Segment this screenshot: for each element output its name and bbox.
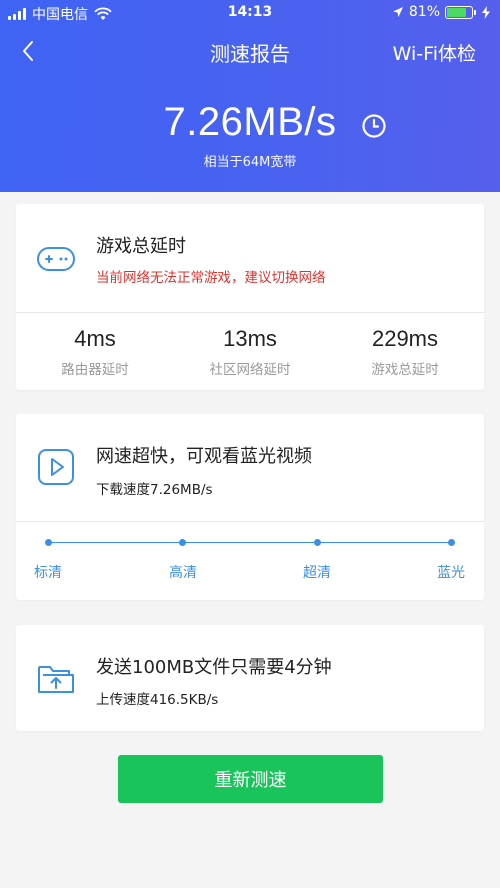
upload-card: 发送100MB文件只需要4分钟 上传速度416.5KB/s (16, 625, 484, 731)
quality-label-sd: 标清 (34, 565, 62, 581)
card-divider (16, 521, 484, 522)
gamepad-icon (37, 247, 75, 271)
game-card-title: 游戏总延时 (96, 236, 186, 257)
speed-row: 7.26MB/s (0, 100, 500, 145)
battery-fill (447, 7, 466, 17)
battery-icon (445, 5, 476, 19)
stat-label: 路由器延时 (61, 362, 129, 378)
game-latency-card: 游戏总延时 当前网络无法正常游戏，建议切换网络 4ms 路由器延时 13ms 社… (16, 204, 484, 390)
stat-value: 4ms (74, 326, 116, 351)
stat-value: 13ms (223, 326, 277, 351)
quality-scale-line (48, 542, 451, 543)
battery-percent: 81% (408, 4, 440, 20)
upload-card-title: 发送100MB文件只需要4分钟 (96, 657, 332, 678)
quality-dot (179, 539, 186, 546)
stat-community-latency: 13ms 社区网络延时 (175, 326, 325, 378)
quality-dot (448, 539, 455, 546)
speed-equivalent: 相当于64M宽带 (203, 155, 297, 170)
quality-label-fhd: 超清 (303, 565, 331, 581)
card-divider (16, 312, 484, 313)
folder-upload-icon (38, 666, 74, 693)
quality-label-bluray: 蓝光 (437, 565, 465, 581)
location-arrow-icon (392, 7, 403, 17)
charging-bolt-icon (482, 5, 490, 19)
nav-bar: 测速报告 Wi-Fi体检 (0, 30, 500, 74)
play-video-icon (38, 449, 74, 485)
quality-dot (314, 539, 321, 546)
stat-value: 229ms (371, 326, 439, 351)
clock-icon[interactable] (361, 113, 387, 139)
video-card-title: 网速超快，可观看蓝光视频 (96, 446, 312, 467)
video-quality-card: 网速超快，可观看蓝光视频 下载速度7.26MB/s 标清 高清 超清 蓝光 (16, 414, 484, 600)
wifi-check-button[interactable]: Wi-Fi体检 (393, 39, 476, 66)
upload-speed-text: 上传速度416.5KB/s (96, 692, 219, 708)
stat-label: 游戏总延时 (371, 362, 439, 378)
header: 中国电信 14:13 81% 测速报告 Wi-Fi体检 7.26MB/s 相当于… (0, 0, 500, 192)
game-card-warning: 当前网络无法正常游戏，建议切换网络 (96, 270, 326, 286)
status-right: 81% (392, 4, 490, 20)
status-bar: 中国电信 14:13 81% (0, 0, 500, 26)
stat-label: 社区网络延时 (209, 362, 291, 378)
retest-button[interactable]: 重新测速 (118, 755, 383, 803)
bottom-spacer (0, 860, 500, 888)
download-speed-text: 下载速度7.26MB/s (96, 482, 213, 498)
stat-game-total-latency: 229ms 游戏总延时 (330, 326, 480, 378)
speed-value: 7.26MB/s (163, 100, 337, 144)
quality-dot (45, 539, 52, 546)
stat-router-latency: 4ms 路由器延时 (20, 326, 170, 378)
quality-label-hd: 高清 (169, 565, 197, 581)
